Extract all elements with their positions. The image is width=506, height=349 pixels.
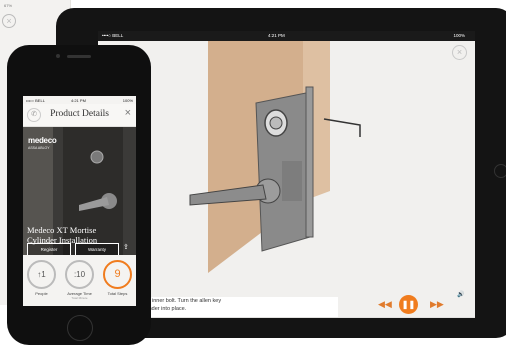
product-details-header: ✆ Product Details × bbox=[23, 104, 136, 127]
iphone-status-bar: ••••○ BELL 4:21 PM 100% bbox=[23, 96, 136, 104]
ipad-status-bar: ••••○ BELL 4:21 PM 100% bbox=[98, 31, 475, 41]
ipad-battery: 100% bbox=[453, 33, 465, 38]
ipad-carrier: ••••○ BELL bbox=[102, 33, 124, 38]
ipad-time: 4:21 PM bbox=[268, 33, 285, 38]
ipad-close-icon[interactable]: × bbox=[452, 45, 467, 60]
iphone-time: 4:21 PM bbox=[71, 98, 86, 103]
people-ring: ↑1 bbox=[27, 260, 56, 289]
lock-faceplate bbox=[305, 86, 314, 238]
lock-detail bbox=[282, 161, 302, 201]
product-title: Medeco XT Mortise Cylinder Installation bbox=[27, 225, 98, 245]
iphone-device: ••••○ BELL 4:21 PM 100% ✆ Product Detail… bbox=[7, 45, 151, 345]
installation-stats: ↑1 People :10 Average Time Total Minute … bbox=[23, 255, 136, 306]
step-thumbnail-strip bbox=[98, 317, 475, 318]
page-title: Product Details bbox=[50, 109, 109, 119]
stat-people: ↑1 People bbox=[23, 260, 60, 296]
cylinder-core bbox=[269, 116, 283, 130]
stat-label: Total Steps bbox=[107, 291, 128, 296]
iphone-camera bbox=[56, 54, 60, 58]
time-ring: :10 bbox=[65, 260, 94, 289]
iphone-screen: ••••○ BELL 4:21 PM 100% ✆ Product Detail… bbox=[23, 96, 136, 306]
share-icon[interactable]: ⇪ bbox=[123, 243, 129, 251]
ipad-home-button[interactable] bbox=[494, 164, 506, 178]
volume-icon[interactable]: 🔊 bbox=[457, 291, 464, 298]
previous-step-icon[interactable]: ◀◀ bbox=[378, 299, 392, 310]
background-status-battery: 67% bbox=[4, 3, 13, 8]
ipad-screen: ••••○ BELL 4:21 PM 100% × the allen key … bbox=[98, 31, 475, 318]
stat-average-time: :10 Average Time Total Minute bbox=[61, 260, 98, 300]
iphone-home-button[interactable] bbox=[67, 315, 93, 341]
iphone-battery: 100% bbox=[122, 98, 133, 103]
lock-installation-scene bbox=[189, 41, 361, 273]
stat-label: People bbox=[35, 291, 48, 296]
stat-total-steps: 9 Total Steps bbox=[99, 260, 136, 296]
warranty-button[interactable]: Warranty bbox=[75, 243, 119, 255]
playback-controls: ◀◀ ❚❚ ▶▶ 🔊 bbox=[358, 289, 475, 317]
background-close-icon[interactable]: × bbox=[2, 14, 16, 28]
pause-button[interactable]: ❚❚ bbox=[399, 295, 418, 314]
close-icon[interactable]: × bbox=[125, 107, 131, 119]
medeco-logo: medeco bbox=[28, 136, 57, 145]
register-button[interactable]: Register bbox=[27, 243, 71, 255]
next-step-icon[interactable]: ▶▶ bbox=[430, 299, 444, 310]
iphone-speaker bbox=[67, 55, 91, 58]
iphone-carrier: ••••○ BELL bbox=[26, 98, 45, 103]
assa-abloy-logo: ASSA ABLOY bbox=[28, 146, 50, 150]
steps-ring: 9 bbox=[103, 260, 132, 289]
product-hero: medeco ASSA ABLOY Medeco XT Mortise Cyli… bbox=[23, 127, 136, 255]
cylinder-photo bbox=[90, 150, 104, 164]
stat-note: Total Minute bbox=[71, 296, 88, 300]
